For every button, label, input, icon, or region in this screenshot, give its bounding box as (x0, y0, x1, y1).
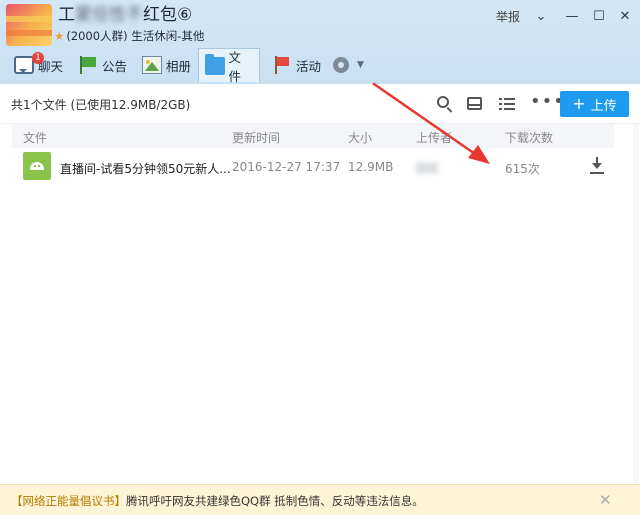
tab-album-label: 相册 (166, 58, 192, 74)
folder-icon (205, 53, 225, 75)
group-title-prefix: 工 (58, 5, 75, 25)
file-table-header: 文件 更新时间 大小 上传者 下载次数 (12, 124, 614, 148)
file-toolbar: 共1个文件 (已使用12.9MB/2GB) ••• + 上传 (0, 84, 640, 124)
tab-files[interactable]: 文件 (198, 48, 260, 84)
activity-flag-icon (272, 56, 292, 74)
group-meta: ★ (2000人群) 生活休闲-其他 (54, 28, 204, 44)
group-title-blurred: 蒙任性不 (75, 5, 143, 25)
file-download-count: 615次 (505, 162, 540, 176)
upload-label: 上传 (590, 98, 617, 114)
header-size[interactable]: 大小 (348, 129, 372, 146)
file-size: 12.9MB (348, 160, 394, 174)
group-tab-bar: 1 聊天 公告 相册 文件 活动 ▼ (0, 48, 640, 84)
tab-activity[interactable]: 活动 (266, 48, 327, 82)
tab-notice-label: 公告 (102, 58, 128, 74)
tab-activity-label: 活动 (296, 58, 322, 74)
plus-icon: + (572, 94, 586, 113)
notice-title[interactable]: 【网络正能量倡议书】 (11, 494, 126, 508)
group-title[interactable]: 工蒙任性不红包⑥ (58, 4, 192, 26)
tab-album[interactable]: 相册 (136, 48, 197, 82)
header-uploader[interactable]: 上传者 (416, 129, 452, 146)
header-downloads[interactable]: 下载次数 (505, 129, 553, 146)
notice-text: 腾讯呼吁网友共建绿色QQ群 抵制色情、反动等违法信息。 (126, 494, 424, 508)
menu-caret-button[interactable]: ⌄ (530, 6, 552, 26)
tab-chat[interactable]: 1 聊天 (8, 48, 69, 82)
report-link[interactable]: 举报 (496, 8, 520, 25)
notice-bar: 【网络正能量倡议书】腾讯呼吁网友共建绿色QQ群 抵制色情、反动等违法信息。 ✕ (0, 484, 640, 515)
group-header: 工蒙任性不红包⑥ ★ (2000人群) 生活休闲-其他 举报 ⌄ — ☐ ✕ 1 … (0, 0, 640, 84)
group-title-suffix: 红包⑥ (143, 5, 193, 25)
table-row[interactable]: 直播间-试看5分钟领50元新人... 2016-12-27 17:37 12.9… (12, 148, 614, 188)
flag-icon (78, 56, 98, 74)
group-meta-text: (2000人群) 生活休闲-其他 (66, 29, 205, 43)
file-name[interactable]: 直播间-试看5分钟领50元新人... (60, 160, 231, 177)
tab-files-label: 文件 (228, 49, 242, 84)
search-icon[interactable] (436, 95, 454, 113)
upload-button[interactable]: + 上传 (560, 91, 629, 117)
inbox-icon[interactable] (466, 95, 484, 113)
minimize-button[interactable]: — (561, 6, 583, 26)
more-icon (333, 57, 349, 73)
download-icon[interactable] (590, 157, 604, 175)
close-button[interactable]: ✕ (614, 6, 636, 26)
header-updated[interactable]: 更新时间 (232, 129, 280, 146)
storage-summary: 共1个文件 (已使用12.9MB/2GB) (11, 98, 191, 112)
maximize-button[interactable]: ☐ (588, 6, 610, 26)
header-file[interactable]: 文件 (23, 129, 47, 146)
file-uploader[interactable] (416, 162, 438, 174)
notice-close-button[interactable]: ✕ (599, 491, 612, 509)
scrollbar[interactable] (633, 124, 639, 484)
tab-more[interactable]: ▼ (327, 48, 370, 82)
unread-badge: 1 (32, 52, 44, 64)
star-icon: ★ (54, 29, 65, 43)
album-icon (142, 56, 162, 74)
group-avatar[interactable] (6, 4, 52, 46)
chat-icon: 1 (14, 52, 44, 74)
android-apk-icon (23, 152, 51, 180)
list-view-icon[interactable] (498, 95, 516, 113)
file-date: 2016-12-27 17:37 (232, 160, 341, 174)
more-options-icon[interactable]: ••• (530, 93, 564, 113)
chevron-down-icon: ▼ (357, 60, 364, 70)
tab-notice[interactable]: 公告 (72, 48, 133, 82)
